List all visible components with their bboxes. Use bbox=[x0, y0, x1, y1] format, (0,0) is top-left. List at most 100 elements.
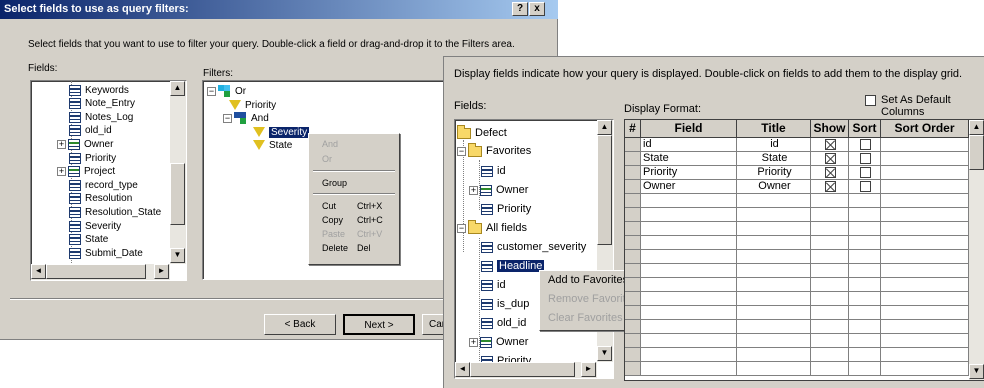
menu-or[interactable]: Or bbox=[322, 154, 332, 164]
show-checkbox[interactable] bbox=[825, 152, 836, 164]
grid-cell[interactable] bbox=[849, 250, 881, 264]
field-item[interactable]: old_id bbox=[69, 125, 112, 137]
favorite-item[interactable]: Priority bbox=[481, 202, 531, 216]
title-cell[interactable]: State bbox=[737, 152, 811, 166]
grid-cell[interactable] bbox=[641, 208, 737, 222]
fields-hscrollbar[interactable]: ◄ ► bbox=[31, 264, 170, 280]
scroll-thumb[interactable] bbox=[170, 163, 185, 225]
grid-cell[interactable] bbox=[881, 138, 969, 152]
scroll-thumb[interactable] bbox=[597, 135, 612, 245]
scroll-right-arrow-icon[interactable]: ► bbox=[154, 264, 169, 279]
grid-cell[interactable] bbox=[849, 138, 881, 152]
grid-row[interactable] bbox=[625, 250, 984, 264]
grid-cell[interactable] bbox=[811, 362, 849, 376]
scroll-down-arrow-icon[interactable]: ▼ bbox=[170, 248, 185, 263]
field-item[interactable]: + Owner bbox=[57, 138, 113, 150]
filter-and-node[interactable]: − And bbox=[223, 112, 269, 124]
grid-cell[interactable] bbox=[641, 264, 737, 278]
grid-cell[interactable] bbox=[881, 236, 969, 250]
grid-cell[interactable] bbox=[737, 362, 811, 376]
grid-cell[interactable] bbox=[849, 166, 881, 180]
grid-cell[interactable] bbox=[849, 348, 881, 362]
grid-header-sort-order[interactable]: Sort Order bbox=[881, 120, 969, 138]
display-fields-tree[interactable]: Defect − Favorites id + Owner Priority − Al… bbox=[454, 119, 614, 379]
collapse-icon[interactable]: − bbox=[457, 223, 466, 233]
hscroll-thumb[interactable] bbox=[46, 264, 146, 279]
field-item[interactable]: Submit_Date bbox=[69, 247, 143, 259]
grid-cell[interactable] bbox=[881, 166, 969, 180]
collapse-icon[interactable]: − bbox=[207, 86, 216, 96]
field-item[interactable]: Priority bbox=[69, 152, 116, 164]
fields-tree[interactable]: Keywords Note_Entry Notes_Log old_id + Owner P… bbox=[30, 80, 187, 281]
grid-cell[interactable] bbox=[641, 334, 737, 348]
grid-cell[interactable] bbox=[737, 348, 811, 362]
show-checkbox[interactable] bbox=[825, 138, 836, 150]
grid-cell[interactable] bbox=[641, 362, 737, 376]
menu-group[interactable]: Group bbox=[322, 178, 347, 188]
grid-header-field[interactable]: Field bbox=[641, 120, 737, 138]
expand-icon[interactable]: + bbox=[57, 139, 66, 149]
grid-row[interactable] bbox=[625, 348, 984, 362]
grid-cell[interactable] bbox=[811, 278, 849, 292]
grid-cell[interactable] bbox=[811, 152, 849, 166]
grid-cell[interactable] bbox=[737, 278, 811, 292]
scroll-right-arrow-icon[interactable]: ► bbox=[581, 362, 596, 377]
grid-cell[interactable] bbox=[811, 348, 849, 362]
field-item[interactable]: Resolution bbox=[69, 193, 132, 205]
grid-cell[interactable] bbox=[641, 306, 737, 320]
grid-cell[interactable] bbox=[849, 264, 881, 278]
grid-cell[interactable] bbox=[641, 292, 737, 306]
grid-cell[interactable] bbox=[881, 152, 969, 166]
grid-cell[interactable] bbox=[811, 306, 849, 320]
grid-cell[interactable] bbox=[737, 306, 811, 320]
grid-cell[interactable] bbox=[641, 348, 737, 362]
back-button[interactable]: < Back bbox=[264, 314, 336, 335]
menu-clear-favorites[interactable]: Clear Favorites bbox=[548, 312, 623, 324]
grid-cell[interactable] bbox=[811, 292, 849, 306]
sort-checkbox[interactable] bbox=[860, 166, 871, 178]
grid-cell[interactable] bbox=[881, 264, 969, 278]
grid-cell[interactable] bbox=[849, 278, 881, 292]
close-button[interactable]: x bbox=[529, 2, 545, 16]
grid-cell[interactable] bbox=[881, 334, 969, 348]
grid-row[interactable] bbox=[625, 278, 984, 292]
grid-cell[interactable] bbox=[849, 306, 881, 320]
grid-cell[interactable] bbox=[849, 292, 881, 306]
scroll-thumb[interactable] bbox=[969, 135, 984, 170]
filter-or-node[interactable]: − Or bbox=[207, 85, 246, 97]
hscroll-thumb[interactable] bbox=[470, 362, 575, 377]
default-columns-checkbox[interactable] bbox=[865, 95, 876, 106]
grid-cell[interactable] bbox=[811, 320, 849, 334]
tree-all-fields[interactable]: − All fields bbox=[457, 219, 527, 235]
grid-cell[interactable] bbox=[881, 306, 969, 320]
grid-cell[interactable] bbox=[881, 362, 969, 376]
fields-vscrollbar[interactable]: ▲ ▼ bbox=[170, 81, 186, 264]
field-item[interactable]: Notes_Log bbox=[69, 111, 133, 123]
grid-row[interactable] bbox=[625, 306, 984, 320]
grid-row[interactable] bbox=[625, 292, 984, 306]
grid-row[interactable] bbox=[625, 208, 984, 222]
filter-severity-node[interactable]: Severity bbox=[253, 126, 310, 138]
all-field-item[interactable]: + Owner bbox=[469, 335, 528, 349]
help-button[interactable]: ? bbox=[512, 2, 528, 16]
grid-cell[interactable] bbox=[811, 138, 849, 152]
title-cell[interactable]: id bbox=[737, 138, 811, 152]
display-format-grid[interactable]: # Field Title Show Sort Sort Order id id State S… bbox=[624, 119, 984, 381]
tree-defect[interactable]: Defect bbox=[457, 124, 507, 140]
grid-cell[interactable] bbox=[737, 292, 811, 306]
all-field-item[interactable]: customer_severity bbox=[481, 240, 586, 254]
grid-cell[interactable] bbox=[811, 236, 849, 250]
scroll-up-arrow-icon[interactable]: ▲ bbox=[969, 120, 984, 135]
grid-cell[interactable] bbox=[881, 278, 969, 292]
grid-row[interactable] bbox=[625, 264, 984, 278]
collapse-icon[interactable]: − bbox=[457, 146, 466, 156]
grid-cell[interactable] bbox=[881, 250, 969, 264]
grid-vscrollbar[interactable]: ▲ ▼ bbox=[969, 120, 984, 380]
scroll-up-arrow-icon[interactable]: ▲ bbox=[170, 81, 185, 96]
scroll-down-arrow-icon[interactable]: ▼ bbox=[597, 346, 612, 361]
field-cell[interactable]: Priority bbox=[641, 166, 737, 180]
sort-checkbox[interactable] bbox=[860, 180, 871, 192]
expand-icon[interactable]: + bbox=[57, 167, 66, 177]
expand-icon[interactable]: + bbox=[469, 185, 478, 195]
grid-cell[interactable] bbox=[641, 278, 737, 292]
